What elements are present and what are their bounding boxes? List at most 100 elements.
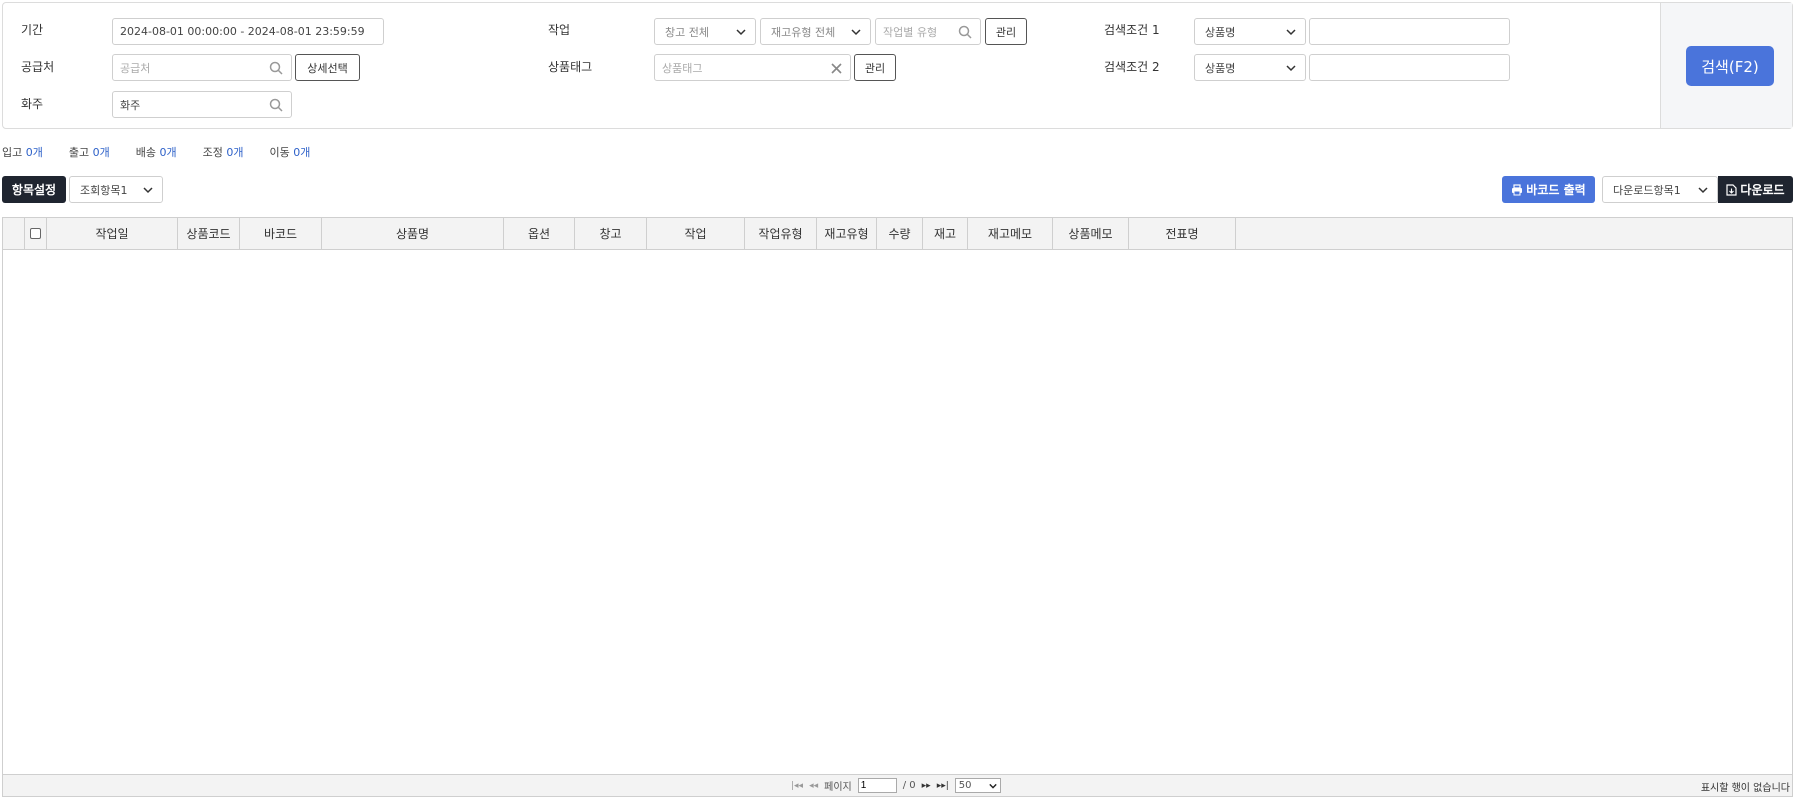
- stock-type-select-value: 재고유형 전체: [771, 25, 836, 39]
- search-icon: [269, 98, 283, 112]
- count-unit: 개: [99, 146, 110, 159]
- count-label: 배송: [135, 146, 156, 159]
- count-value: 0개: [93, 146, 110, 159]
- column-header[interactable]: 재고: [923, 218, 968, 249]
- product-tag-label: 상품태그: [548, 60, 593, 74]
- view-preset-value: 조회항목1: [80, 183, 128, 197]
- period-input[interactable]: 2024-08-01 00:00:00 - 2024-08-01 23:59:5…: [112, 18, 384, 45]
- chevron-down-icon: [1698, 187, 1708, 194]
- condition1-input[interactable]: [1309, 18, 1510, 45]
- column-header[interactable]: 재고메모: [968, 218, 1053, 249]
- download-preset-value: 다운로드항목1: [1613, 183, 1681, 197]
- search-button[interactable]: 검색(F2): [1686, 46, 1774, 86]
- condition2-select-value: 상품명: [1205, 61, 1236, 75]
- prev-page-icon[interactable]: ◂◂: [809, 781, 818, 791]
- column-header[interactable]: 작업: [647, 218, 745, 249]
- search-icon: [958, 25, 972, 39]
- first-page-icon[interactable]: |◂◂: [791, 781, 803, 791]
- supplier-placeholder: 공급처: [120, 61, 151, 75]
- owner-value: 화주: [120, 98, 141, 112]
- chevron-down-icon: [1286, 65, 1296, 72]
- condition1-select[interactable]: 상품명: [1194, 18, 1306, 45]
- column-header[interactable]: 수량: [877, 218, 923, 249]
- count-value: 0개: [26, 146, 43, 159]
- view-preset-select[interactable]: 조회항목1: [69, 176, 163, 203]
- column-header[interactable]: 옵션: [504, 218, 575, 249]
- count-item: 조정 0개: [203, 144, 244, 160]
- column-settings-button[interactable]: 항목설정: [2, 176, 66, 203]
- last-page-icon[interactable]: ▸▸|: [937, 781, 949, 791]
- row-number-header: [3, 218, 25, 249]
- count-unit: 개: [233, 146, 244, 159]
- period-label: 기간: [21, 23, 44, 37]
- product-tag-input[interactable]: 상품태그: [654, 54, 851, 81]
- condition1-select-value: 상품명: [1205, 25, 1236, 39]
- chevron-down-icon: [143, 187, 153, 194]
- count-number: 0: [159, 146, 167, 159]
- chevron-down-icon: [1286, 29, 1296, 36]
- data-grid: 작업일 상품코드 바코드 상품명 옵션 창고 작업 작업유형 재고유형 수량 재…: [2, 217, 1793, 797]
- product-tag-manage-button[interactable]: 관리: [854, 54, 896, 81]
- column-header[interactable]: 작업일: [47, 218, 178, 249]
- work-type-placeholder: 작업별 유형: [883, 25, 938, 39]
- count-value: 0개: [160, 146, 177, 159]
- count-number: 0: [92, 146, 100, 159]
- product-tag-placeholder: 상품태그: [662, 61, 703, 75]
- printer-icon: [1512, 183, 1523, 195]
- pager-controls: |◂◂ ◂◂ 페이지 / 0 ▸▸ ▸▸| 50: [791, 778, 1001, 793]
- warehouse-select-value: 창고 전체: [665, 25, 709, 39]
- clear-icon[interactable]: [831, 63, 842, 74]
- condition2-select[interactable]: 상품명: [1194, 54, 1306, 81]
- count-item: 출고 0개: [69, 144, 110, 160]
- count-label: 입고: [2, 146, 23, 159]
- count-label: 출고: [68, 146, 90, 159]
- stock-type-select[interactable]: 재고유형 전체: [760, 18, 871, 45]
- work-label: 작업: [548, 23, 571, 37]
- column-header[interactable]: 창고: [575, 218, 647, 249]
- work-manage-button[interactable]: 관리: [985, 18, 1027, 45]
- condition1-label: 검색조건 1: [1104, 23, 1160, 37]
- column-header[interactable]: 전표명: [1129, 218, 1236, 249]
- page-size-select[interactable]: 50: [954, 778, 1001, 793]
- supplier-input[interactable]: 공급처: [112, 54, 292, 81]
- count-value: 0개: [226, 146, 243, 159]
- work-type-input[interactable]: 작업별 유형: [875, 18, 981, 45]
- count-unit: 개: [32, 146, 43, 159]
- owner-label: 화주: [21, 97, 44, 111]
- empty-message: 표시할 행이 없습니다: [1700, 783, 1790, 794]
- condition2-label: 검색조건 2: [1104, 60, 1160, 74]
- count-label: 이동: [269, 146, 290, 159]
- period-value: 2024-08-01 00:00:00 - 2024-08-01 23:59:5…: [120, 25, 365, 38]
- condition2-input[interactable]: [1309, 54, 1510, 81]
- column-header[interactable]: 상품명: [322, 218, 504, 249]
- chevron-down-icon: [989, 783, 997, 789]
- warehouse-select[interactable]: 창고 전체: [654, 18, 756, 45]
- select-all-header: [25, 218, 47, 249]
- page-number-input[interactable]: [857, 778, 897, 793]
- column-header[interactable]: 바코드: [240, 218, 322, 249]
- supplier-detail-button[interactable]: 상세선택: [295, 54, 360, 81]
- column-header[interactable]: 상품메모: [1053, 218, 1129, 249]
- count-item: 배송 0개: [136, 144, 177, 160]
- barcode-print-button[interactable]: 바코드 출력: [1502, 176, 1595, 203]
- download-preset-select[interactable]: 다운로드항목1: [1602, 176, 1718, 203]
- page-label: 페이지: [824, 782, 852, 793]
- column-header[interactable]: 상품코드: [178, 218, 240, 249]
- file-download-icon: [1726, 183, 1738, 196]
- download-button[interactable]: 다운로드: [1718, 176, 1793, 203]
- search-button-area: 검색(F2): [1660, 3, 1792, 128]
- count-value: 0개: [293, 146, 310, 159]
- column-header[interactable]: 재고유형: [817, 218, 877, 249]
- select-all-checkbox[interactable]: [30, 228, 41, 239]
- page-total: / 0: [902, 780, 916, 791]
- grid-pager: |◂◂ ◂◂ 페이지 / 0 ▸▸ ▸▸| 50 표시할 행이 없습니다: [3, 774, 1792, 796]
- barcode-print-label: 바코드 출력: [1526, 183, 1586, 197]
- count-item: 입고 0개: [2, 144, 43, 160]
- owner-input[interactable]: 화주: [112, 91, 292, 118]
- search-icon: [269, 61, 283, 75]
- search-panel: 기간 2024-08-01 00:00:00 - 2024-08-01 23:5…: [2, 2, 1793, 129]
- count-summary: 입고 0개 출고 0개 배송 0개 조정 0개 이동 0개: [2, 144, 310, 160]
- count-item: 이동 0개: [270, 144, 311, 160]
- column-header[interactable]: 작업유형: [745, 218, 817, 249]
- next-page-icon[interactable]: ▸▸: [922, 781, 931, 791]
